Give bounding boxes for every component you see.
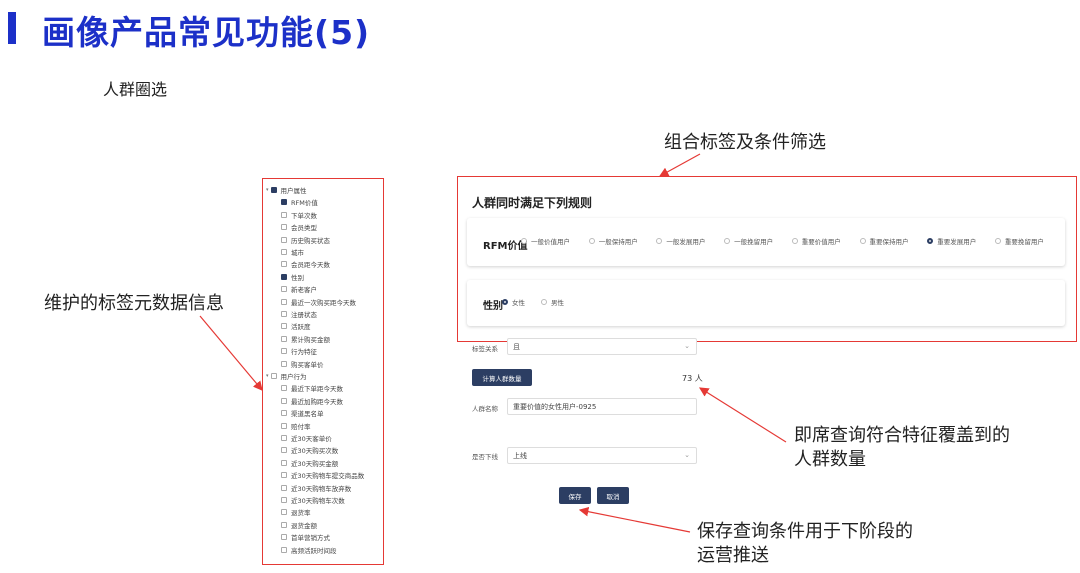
annotation-arrows: [199, 153, 787, 533]
arrow-combo-filter: [658, 153, 701, 177]
arrow-tag-meta: [199, 315, 263, 391]
arrow-save: [578, 506, 691, 533]
arrow-instant-query: [698, 387, 787, 443]
